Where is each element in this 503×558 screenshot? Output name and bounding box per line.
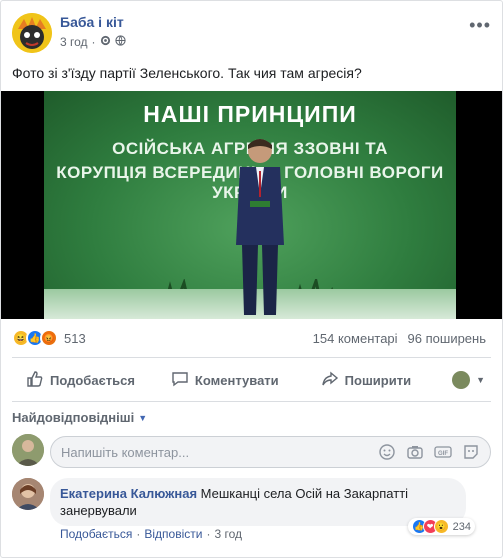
comment-composer: GIF [12,434,491,468]
like-label: Подобається [50,372,135,388]
slide-title: НАШІ ПРИНЦИПИ [143,101,357,127]
comment-like-link[interactable]: Подобається [60,527,132,541]
user-thumb-icon [452,371,471,389]
wow-reaction-icon: 😮 [433,519,449,534]
share-button[interactable]: Поширити [321,370,411,391]
angry-reaction-icon: 😡 [40,329,58,347]
avatar[interactable] [12,478,44,510]
globe-icon [114,35,126,49]
like-button[interactable]: Подобається [26,370,135,391]
svg-text:GIF: GIF [438,451,448,457]
comment-label: Коментувати [194,372,279,388]
comment-time[interactable]: 3 год [214,527,242,541]
page-avatar[interactable] [12,13,52,53]
comment-actions: Подобається · Відповісти · 3 год [60,527,242,541]
stage-photo: НАШІ ПРИНЦИПИ ОСІЙСЬКА АГРЕСІЯ ЗЗОВНІ ТА… [44,91,456,319]
share-icon [321,370,339,391]
avatar[interactable] [12,434,44,466]
divider [12,401,491,402]
reactions-summary[interactable]: 😆 👍 😡 513 [12,329,86,347]
sticker-icon[interactable] [462,443,480,461]
comment-reaction-count: 234 [452,520,471,533]
post-header: Баба і кіт 3 год · ••• [12,13,491,53]
shares-count[interactable]: 96 поширень [408,331,486,346]
post-time[interactable]: 3 год [60,35,88,49]
post-as-selector[interactable]: ▼ [452,371,485,389]
comment-reactions[interactable]: 👍 ❤ 😮 234 [407,518,475,535]
camera-icon[interactable] [406,443,424,461]
thumbs-up-icon [26,370,44,391]
action-bar: Подобається Коментувати Поширити ▼ [12,363,491,397]
more-options-icon[interactable]: ••• [469,15,491,36]
post-text: Фото зі з'їзду партії Зеленського. Так ч… [12,65,362,81]
comment-icon [171,370,189,391]
page-name[interactable]: Баба і кіт [60,14,124,30]
chevron-down-icon: ▼ [476,375,485,385]
comment-input-box: GIF [50,436,491,468]
gif-icon[interactable]: GIF [434,443,452,461]
comment-author[interactable]: Екатерина Калюжная [60,486,197,501]
comments-count[interactable]: 154 коментарі [313,331,398,346]
comment-sort-dropdown[interactable]: Найдовідповідніші ▼ [12,410,147,425]
comment-button[interactable]: Коментувати [171,370,279,391]
post-card: Баба і кіт 3 год · ••• Фото зі з'їзду па… [0,0,503,558]
caret-down-icon: ▼ [138,412,148,423]
comment-input[interactable] [61,444,378,460]
post-image[interactable]: НАШІ ПРИНЦИПИ ОСІЙСЬКА АГРЕСІЯ ЗЗОВНІ ТА… [1,91,502,319]
comment-bubble: Екатерина Калюжная Мешканці села Осій на… [50,478,466,526]
dot-separator: · [136,527,141,541]
share-label: Поширити [344,372,412,388]
comment-reply-link[interactable]: Відповісти [144,527,202,541]
dot-separator: · [206,527,211,541]
speaker-figure [236,139,284,315]
composer-icons: GIF [378,443,480,461]
post-meta: 3 год · [60,35,126,49]
dot-separator: · [91,35,96,49]
reaction-count: 513 [64,330,86,346]
settings-icon[interactable] [100,35,111,49]
sort-label: Найдовідповідніші [12,410,135,425]
divider [12,357,491,358]
post-stats: 154 коментарі 96 поширень [313,331,486,346]
emoji-icon[interactable] [378,443,396,461]
